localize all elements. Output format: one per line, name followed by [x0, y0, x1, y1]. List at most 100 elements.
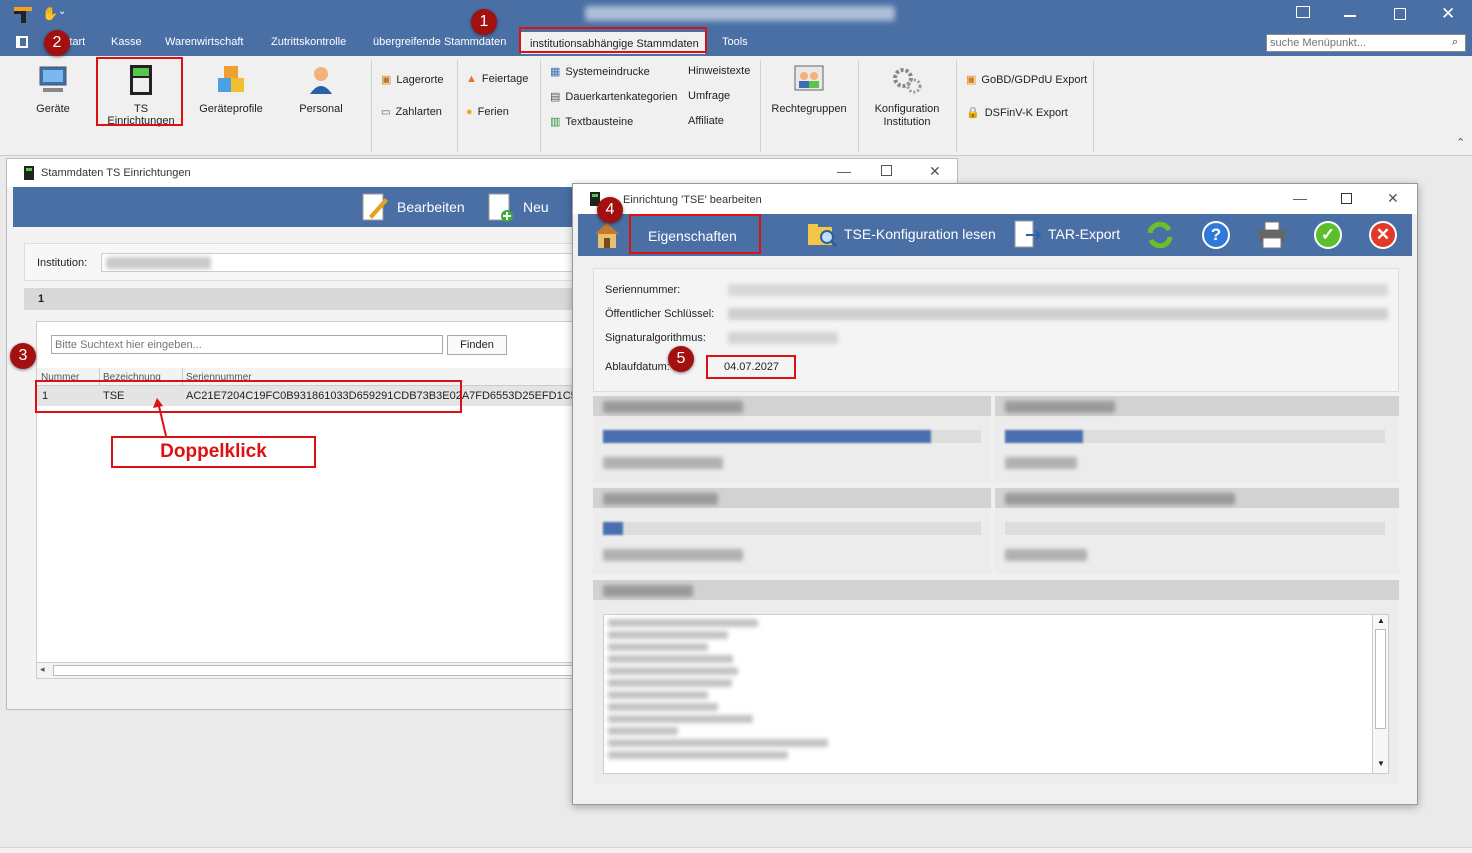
stats-panel-1: [593, 396, 991, 482]
help-icon[interactable]: ?: [1202, 221, 1230, 249]
person-icon: [310, 67, 332, 94]
ribbon-zahlarten-button[interactable]: ▭ Zahlarten: [381, 106, 442, 118]
ribbon: Geräte TS Einrichtungen Geräteprofile Pe…: [0, 56, 1472, 156]
ribbon-geraete-label: Geräte: [36, 103, 70, 115]
tse-device-icon: [24, 166, 34, 180]
app-logo-icon: [14, 7, 32, 23]
info-line: [608, 751, 788, 759]
stats-title: [603, 493, 718, 505]
doppelklick-callout: Doppelklick: [111, 436, 316, 468]
home-lock-icon[interactable]: [593, 220, 621, 250]
scroll-down-icon[interactable]: ▼: [1377, 759, 1385, 768]
column-header-bezeichnung[interactable]: Bezeichnung: [103, 372, 161, 383]
ribbon-ts-einrichtungen-button[interactable]: TS Einrichtungen: [100, 64, 182, 127]
ribbon-textbausteine-button[interactable]: ▥ Textbausteine: [550, 115, 633, 129]
stats-panel-3: [593, 488, 991, 574]
printer-icon[interactable]: [1257, 220, 1287, 250]
scroll-thumb[interactable]: [1375, 629, 1386, 729]
save-check-icon[interactable]: ✓: [1314, 221, 1342, 249]
finden-button[interactable]: Finden: [447, 335, 507, 355]
edit-tse-window: Einrichtung 'TSE' bearbeiten — ✕ Eigensc…: [572, 183, 1418, 805]
ribbon-rechtegruppen-label: Rechtegruppen: [771, 103, 847, 115]
bearbeiten-button[interactable]: Bearbeiten: [361, 192, 465, 222]
maximize-icon[interactable]: [1341, 193, 1352, 204]
ribbon-geraete-button[interactable]: Geräte: [28, 64, 78, 115]
info-line: [608, 715, 753, 723]
touch-icon[interactable]: ✋: [42, 6, 58, 22]
step-marker-3: 3: [10, 343, 36, 369]
minimize-icon[interactable]: [1344, 15, 1356, 17]
institution-value: [106, 257, 211, 269]
stats-title: [1005, 401, 1115, 413]
maximize-icon[interactable]: [881, 165, 892, 176]
menu-tools[interactable]: Tools: [722, 36, 748, 48]
text-blocks-icon: ▥: [550, 116, 561, 128]
stats-value: [603, 549, 743, 561]
vertical-scrollbar[interactable]: ▲ ▼: [1372, 615, 1388, 773]
user-group-icon: [794, 65, 824, 91]
close-icon[interactable]: ✕: [929, 163, 941, 180]
menu-kasse[interactable]: Kasse: [111, 36, 142, 48]
tse-device-icon: [130, 65, 152, 95]
chevron-down-icon[interactable]: ⌄: [58, 6, 66, 17]
menu-uebergreifende-stammdaten[interactable]: übergreifende Stammdaten: [373, 36, 506, 48]
refresh-icon[interactable]: [1145, 220, 1175, 250]
tar-export-button[interactable]: TAR-Export: [1012, 219, 1120, 249]
menu-zutrittskontrolle[interactable]: Zutrittskontrolle: [271, 36, 346, 48]
edit-window-title: Einrichtung 'TSE' bearbeiten: [623, 194, 762, 206]
info-title: [603, 585, 693, 597]
ribbon-affiliate-button[interactable]: Affiliate: [688, 115, 724, 127]
stats-title: [1005, 493, 1235, 505]
warehouse-icon: ▣: [381, 74, 392, 86]
ribbon-ts-einrichtungen-label: TS Einrichtungen: [107, 103, 175, 127]
ribbon-feiertage-button[interactable]: ▲ Feiertage: [466, 73, 528, 85]
info-panel: ▲ ▼: [593, 580, 1399, 784]
close-icon[interactable]: ✕: [1387, 190, 1399, 207]
app-menu-icon[interactable]: [16, 36, 28, 48]
ribbon-dauerkartenkategorien-button[interactable]: ▤ Dauerkartenkategorien: [550, 90, 677, 104]
stats-value: [1005, 457, 1077, 469]
scroll-left-icon[interactable]: ◂: [40, 664, 45, 675]
menu-search-input[interactable]: [1266, 34, 1466, 52]
ribbon-rechtegruppen-button[interactable]: Rechtegruppen: [768, 64, 850, 115]
cell-nummer: 1: [42, 390, 49, 402]
ribbon-geraeteprofile-label: Geräteprofile: [199, 103, 263, 115]
ablaufdatum-value: 04.07.2027: [724, 361, 780, 373]
restore-layout-icon[interactable]: [1296, 6, 1310, 18]
info-textarea[interactable]: ▲ ▼: [603, 614, 1389, 774]
signaturalgorithmus-value: [728, 332, 838, 344]
step-marker-1: 1: [471, 9, 497, 35]
neu-button[interactable]: Neu: [487, 192, 549, 222]
column-header-nummer[interactable]: Nummer: [41, 372, 79, 383]
progress-bar-track: [1005, 522, 1385, 535]
institution-label: Institution:: [37, 257, 88, 269]
ribbon-lagerorte-button[interactable]: ▣ Lagerorte: [381, 73, 444, 87]
ribbon-ferien-button[interactable]: ● Ferien: [466, 106, 509, 118]
ribbon-systemeindrucke-button[interactable]: ▦ Systemeindrucke: [550, 65, 650, 79]
eigenschaften-button[interactable]: Eigenschaften: [648, 228, 737, 244]
menu-warenwirtschaft[interactable]: Warenwirtschaft: [165, 36, 243, 48]
menu-institutionsabhaengige-stammdaten[interactable]: institutionsabhängige Stammdaten: [521, 32, 705, 54]
info-line: [608, 739, 828, 747]
search-icon[interactable]: ⌕: [1452, 36, 1458, 49]
cancel-icon[interactable]: ✕: [1369, 221, 1397, 249]
ribbon-personal-button[interactable]: Personal: [292, 64, 350, 115]
minimize-icon[interactable]: —: [1293, 190, 1307, 206]
ribbon-konfiguration-institution-button[interactable]: Konfiguration Institution: [866, 64, 948, 128]
close-icon[interactable]: ✕: [1441, 4, 1455, 24]
tse-konfiguration-lesen-button[interactable]: TSE-Konfiguration lesen: [806, 219, 996, 249]
ribbon-geraeteprofile-button[interactable]: Geräteprofile: [196, 64, 266, 115]
ribbon-umfrage-button[interactable]: Umfrage: [688, 90, 730, 102]
maximize-icon[interactable]: [1394, 8, 1406, 20]
minimize-icon[interactable]: —: [837, 163, 851, 179]
ribbon-separator: [540, 60, 541, 152]
cell-seriennummer: AC21E7204C19FC0B931861033D659291CDB73B3E…: [186, 390, 598, 402]
search-input[interactable]: [51, 335, 443, 354]
ribbon-gobd-export-button[interactable]: ▣ GoBD/GDPdU Export: [966, 73, 1087, 87]
ribbon-collapse-icon[interactable]: ⌃: [1456, 136, 1465, 149]
ribbon-hinweistexte-button[interactable]: Hinweistexte: [688, 65, 750, 77]
ribbon-dsfinvk-export-button[interactable]: 🔒 DSFinV-K Export: [966, 106, 1068, 120]
scroll-up-icon[interactable]: ▲: [1377, 616, 1385, 625]
progress-bar-fill: [603, 522, 623, 535]
column-header-seriennummer[interactable]: Seriennummer: [186, 372, 252, 383]
